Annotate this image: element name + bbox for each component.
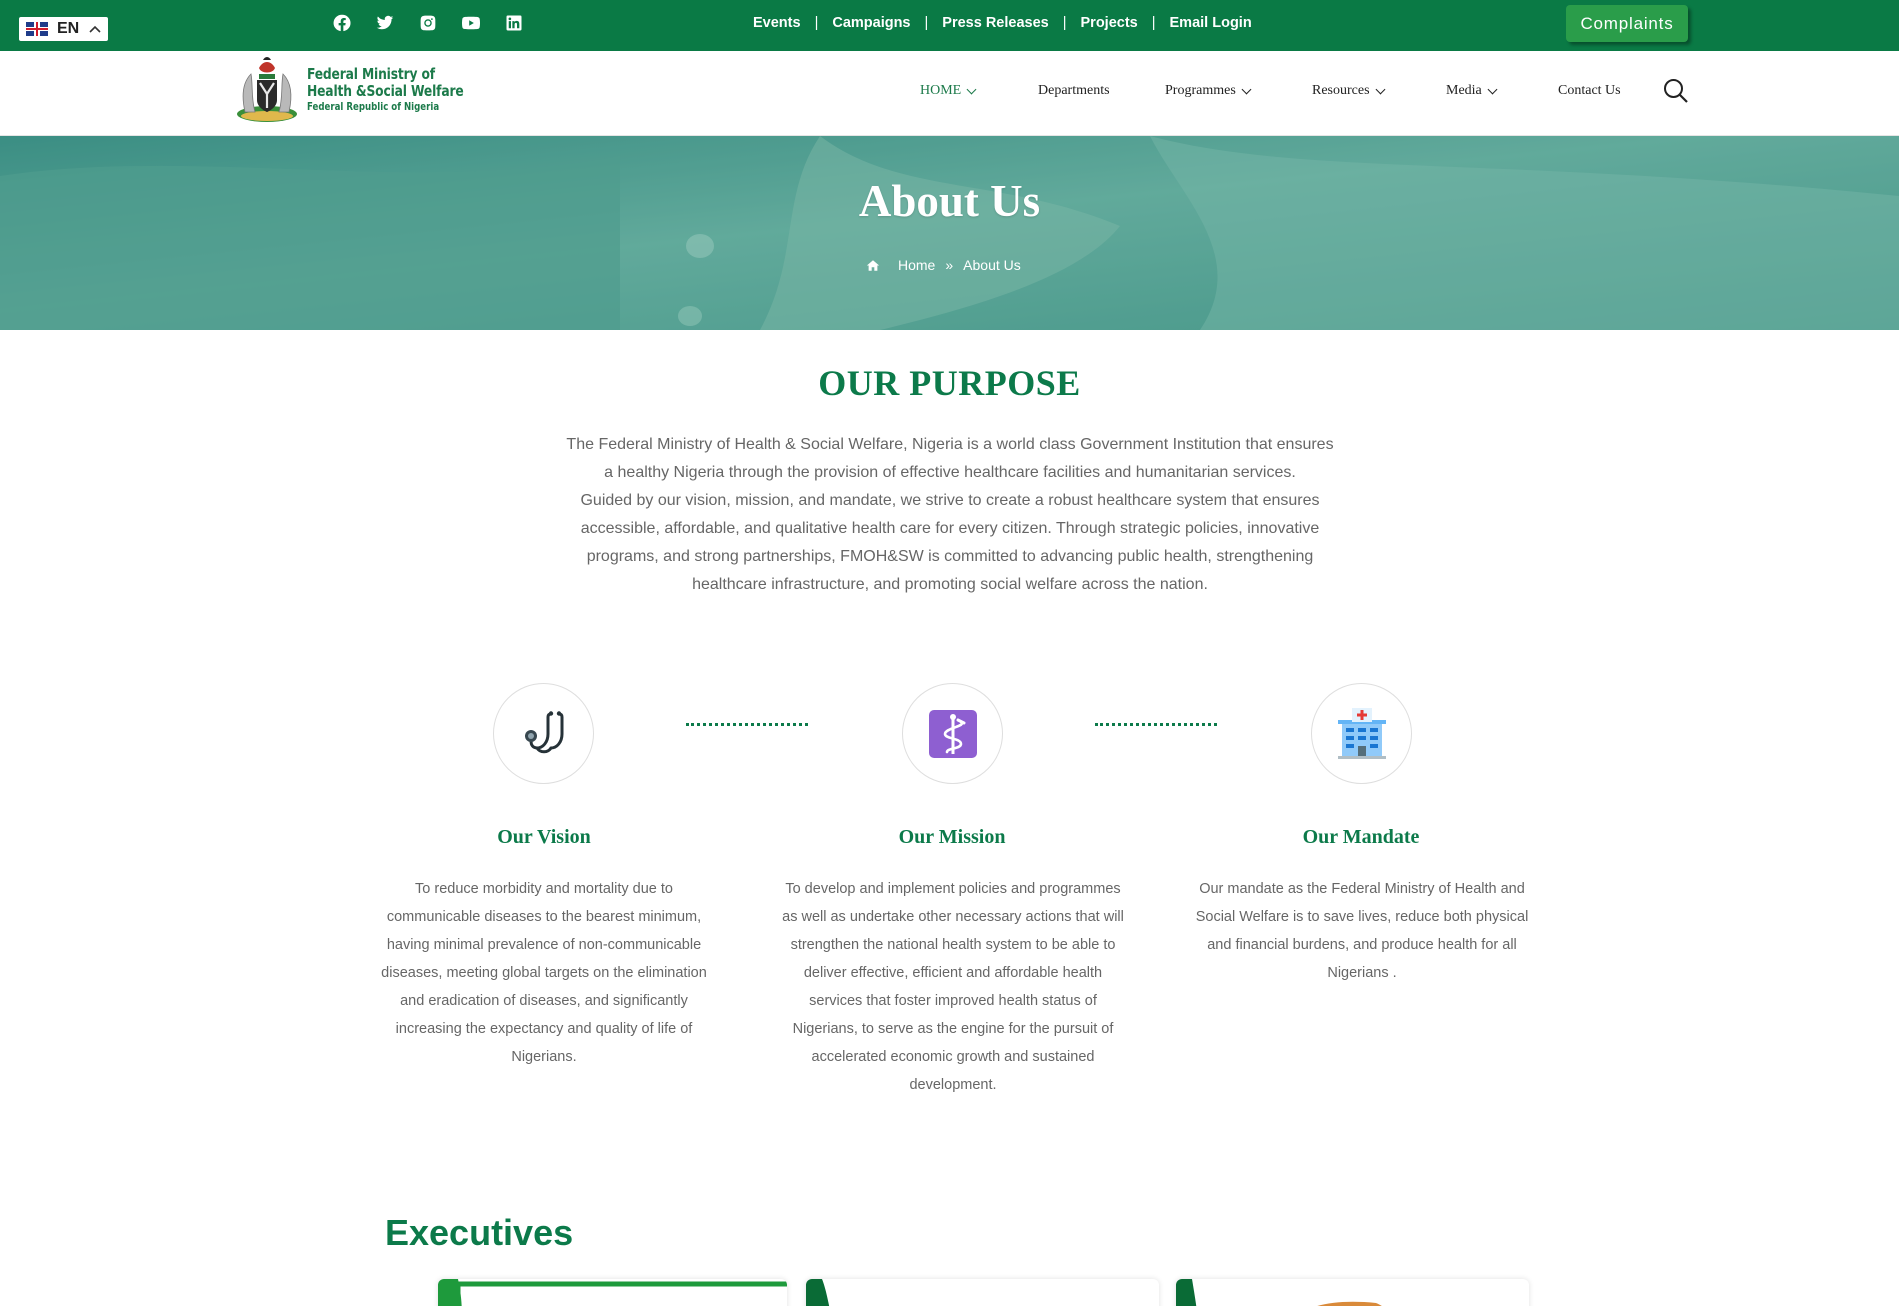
page-title: About Us xyxy=(858,176,1041,226)
dotted-connector xyxy=(686,723,808,727)
nav-item-media[interactable]: Media xyxy=(1446,83,1498,99)
youtube-icon[interactable] xyxy=(461,13,480,32)
social-links xyxy=(332,13,523,32)
nav-item-departments[interactable]: Departments xyxy=(1038,83,1110,99)
chevron-up-icon xyxy=(89,22,101,36)
chevron-down-icon xyxy=(966,84,977,94)
link-separator: | xyxy=(1062,15,1067,31)
nav-item-contact-us[interactable]: Contact Us xyxy=(1558,83,1621,99)
mission-text: To develop and implement policies and pr… xyxy=(782,881,1124,1093)
logo-line-2: Health &Social Welfare xyxy=(307,82,464,101)
breadcrumb-current: About Us xyxy=(963,257,1021,273)
hero-background-image xyxy=(0,136,1899,330)
search-icon[interactable] xyxy=(1663,78,1689,104)
breadcrumb-separator: » xyxy=(945,257,954,273)
top-bar: EN Events | Campaigns | Press Releases |… xyxy=(0,0,1899,51)
nav-item-home[interactable]: HOME xyxy=(920,83,977,99)
uk-flag-icon xyxy=(26,22,48,36)
complaints-button[interactable]: Complaints xyxy=(1566,5,1688,42)
home-icon[interactable] xyxy=(866,259,880,272)
section-title-purpose: OUR PURPOSE xyxy=(818,363,1081,403)
top-links: Events | Campaigns | Press Releases | Pr… xyxy=(753,15,1252,31)
purpose-description: The Federal Ministry of Health & Social … xyxy=(560,431,1340,599)
mission-title: Our Mission xyxy=(898,826,1006,848)
link-separator: | xyxy=(1151,15,1156,31)
link-separator: | xyxy=(814,15,819,31)
stethoscope-icon xyxy=(524,710,563,753)
breadcrumb-home-link[interactable]: Home xyxy=(898,257,935,273)
hospital-icon xyxy=(1337,707,1386,759)
executive-photo xyxy=(1176,1279,1382,1306)
breadcrumb: Home » About Us xyxy=(866,257,1021,273)
mandate-icon-circle xyxy=(1311,683,1412,784)
ministry-logo[interactable]: Federal Ministry of Health &Social Welfa… xyxy=(229,54,465,126)
twitter-icon[interactable] xyxy=(375,13,394,32)
linkedin-icon[interactable] xyxy=(504,13,523,32)
chevron-down-icon xyxy=(1487,84,1498,94)
top-link-events[interactable]: Events xyxy=(753,15,801,31)
instagram-icon[interactable] xyxy=(418,13,437,32)
section-title-executives: Executives xyxy=(385,1212,574,1253)
executive-card[interactable] xyxy=(806,1279,1159,1306)
nav-item-label: Departments xyxy=(1038,83,1110,98)
top-link-email-login[interactable]: Email Login xyxy=(1170,15,1252,31)
medical-caduceus-icon xyxy=(928,709,977,758)
executive-card[interactable] xyxy=(1176,1279,1529,1306)
page-hero-banner: About Us Home » About Us xyxy=(0,136,1899,330)
mandate-title: Our Mandate xyxy=(1302,826,1420,848)
executive-photo xyxy=(438,1279,787,1306)
nav-item-label: Media xyxy=(1446,83,1482,98)
chevron-down-icon xyxy=(1241,84,1252,94)
logo-line-1: Federal Ministry of xyxy=(307,65,435,84)
link-separator: | xyxy=(924,15,929,31)
nav-item-label: HOME xyxy=(920,83,962,98)
language-code: EN xyxy=(57,20,80,37)
vision-title: Our Vision xyxy=(497,826,591,848)
logo-text: Federal Ministry of Health &Social Welfa… xyxy=(307,67,498,113)
main-navbar: Federal Ministry of Health &Social Welfa… xyxy=(0,51,1899,136)
vision-text: To reduce morbidity and mortality due to… xyxy=(381,881,707,1065)
nav-item-label: Programmes xyxy=(1165,83,1236,98)
mandate-text: Our mandate as the Federal Ministry of H… xyxy=(1195,881,1529,981)
purpose-paragraph-1: The Federal Ministry of Health & Social … xyxy=(566,436,1334,481)
language-selector[interactable]: EN xyxy=(19,17,108,41)
mission-icon-circle xyxy=(902,683,1003,784)
top-link-press-releases[interactable]: Press Releases xyxy=(942,15,1048,31)
facebook-icon[interactable] xyxy=(332,13,351,32)
logo-line-3: Federal Republic of Nigeria xyxy=(307,101,440,114)
purpose-paragraph-2: Guided by our vision, mission, and manda… xyxy=(580,492,1320,593)
nav-item-label: Contact Us xyxy=(1558,83,1621,98)
nav-item-label: Resources xyxy=(1312,83,1370,98)
chevron-down-icon xyxy=(1375,84,1385,94)
nav-item-resources[interactable]: Resources xyxy=(1312,83,1385,99)
vision-icon-circle xyxy=(493,683,594,784)
nav-item-programmes[interactable]: Programmes xyxy=(1165,83,1252,99)
top-link-campaigns[interactable]: Campaigns xyxy=(832,15,910,31)
executive-photo xyxy=(806,1279,830,1306)
coat-of-arms-icon xyxy=(229,54,305,126)
dotted-connector xyxy=(1095,723,1217,727)
executive-card[interactable] xyxy=(438,1279,787,1306)
top-link-projects[interactable]: Projects xyxy=(1081,15,1138,31)
